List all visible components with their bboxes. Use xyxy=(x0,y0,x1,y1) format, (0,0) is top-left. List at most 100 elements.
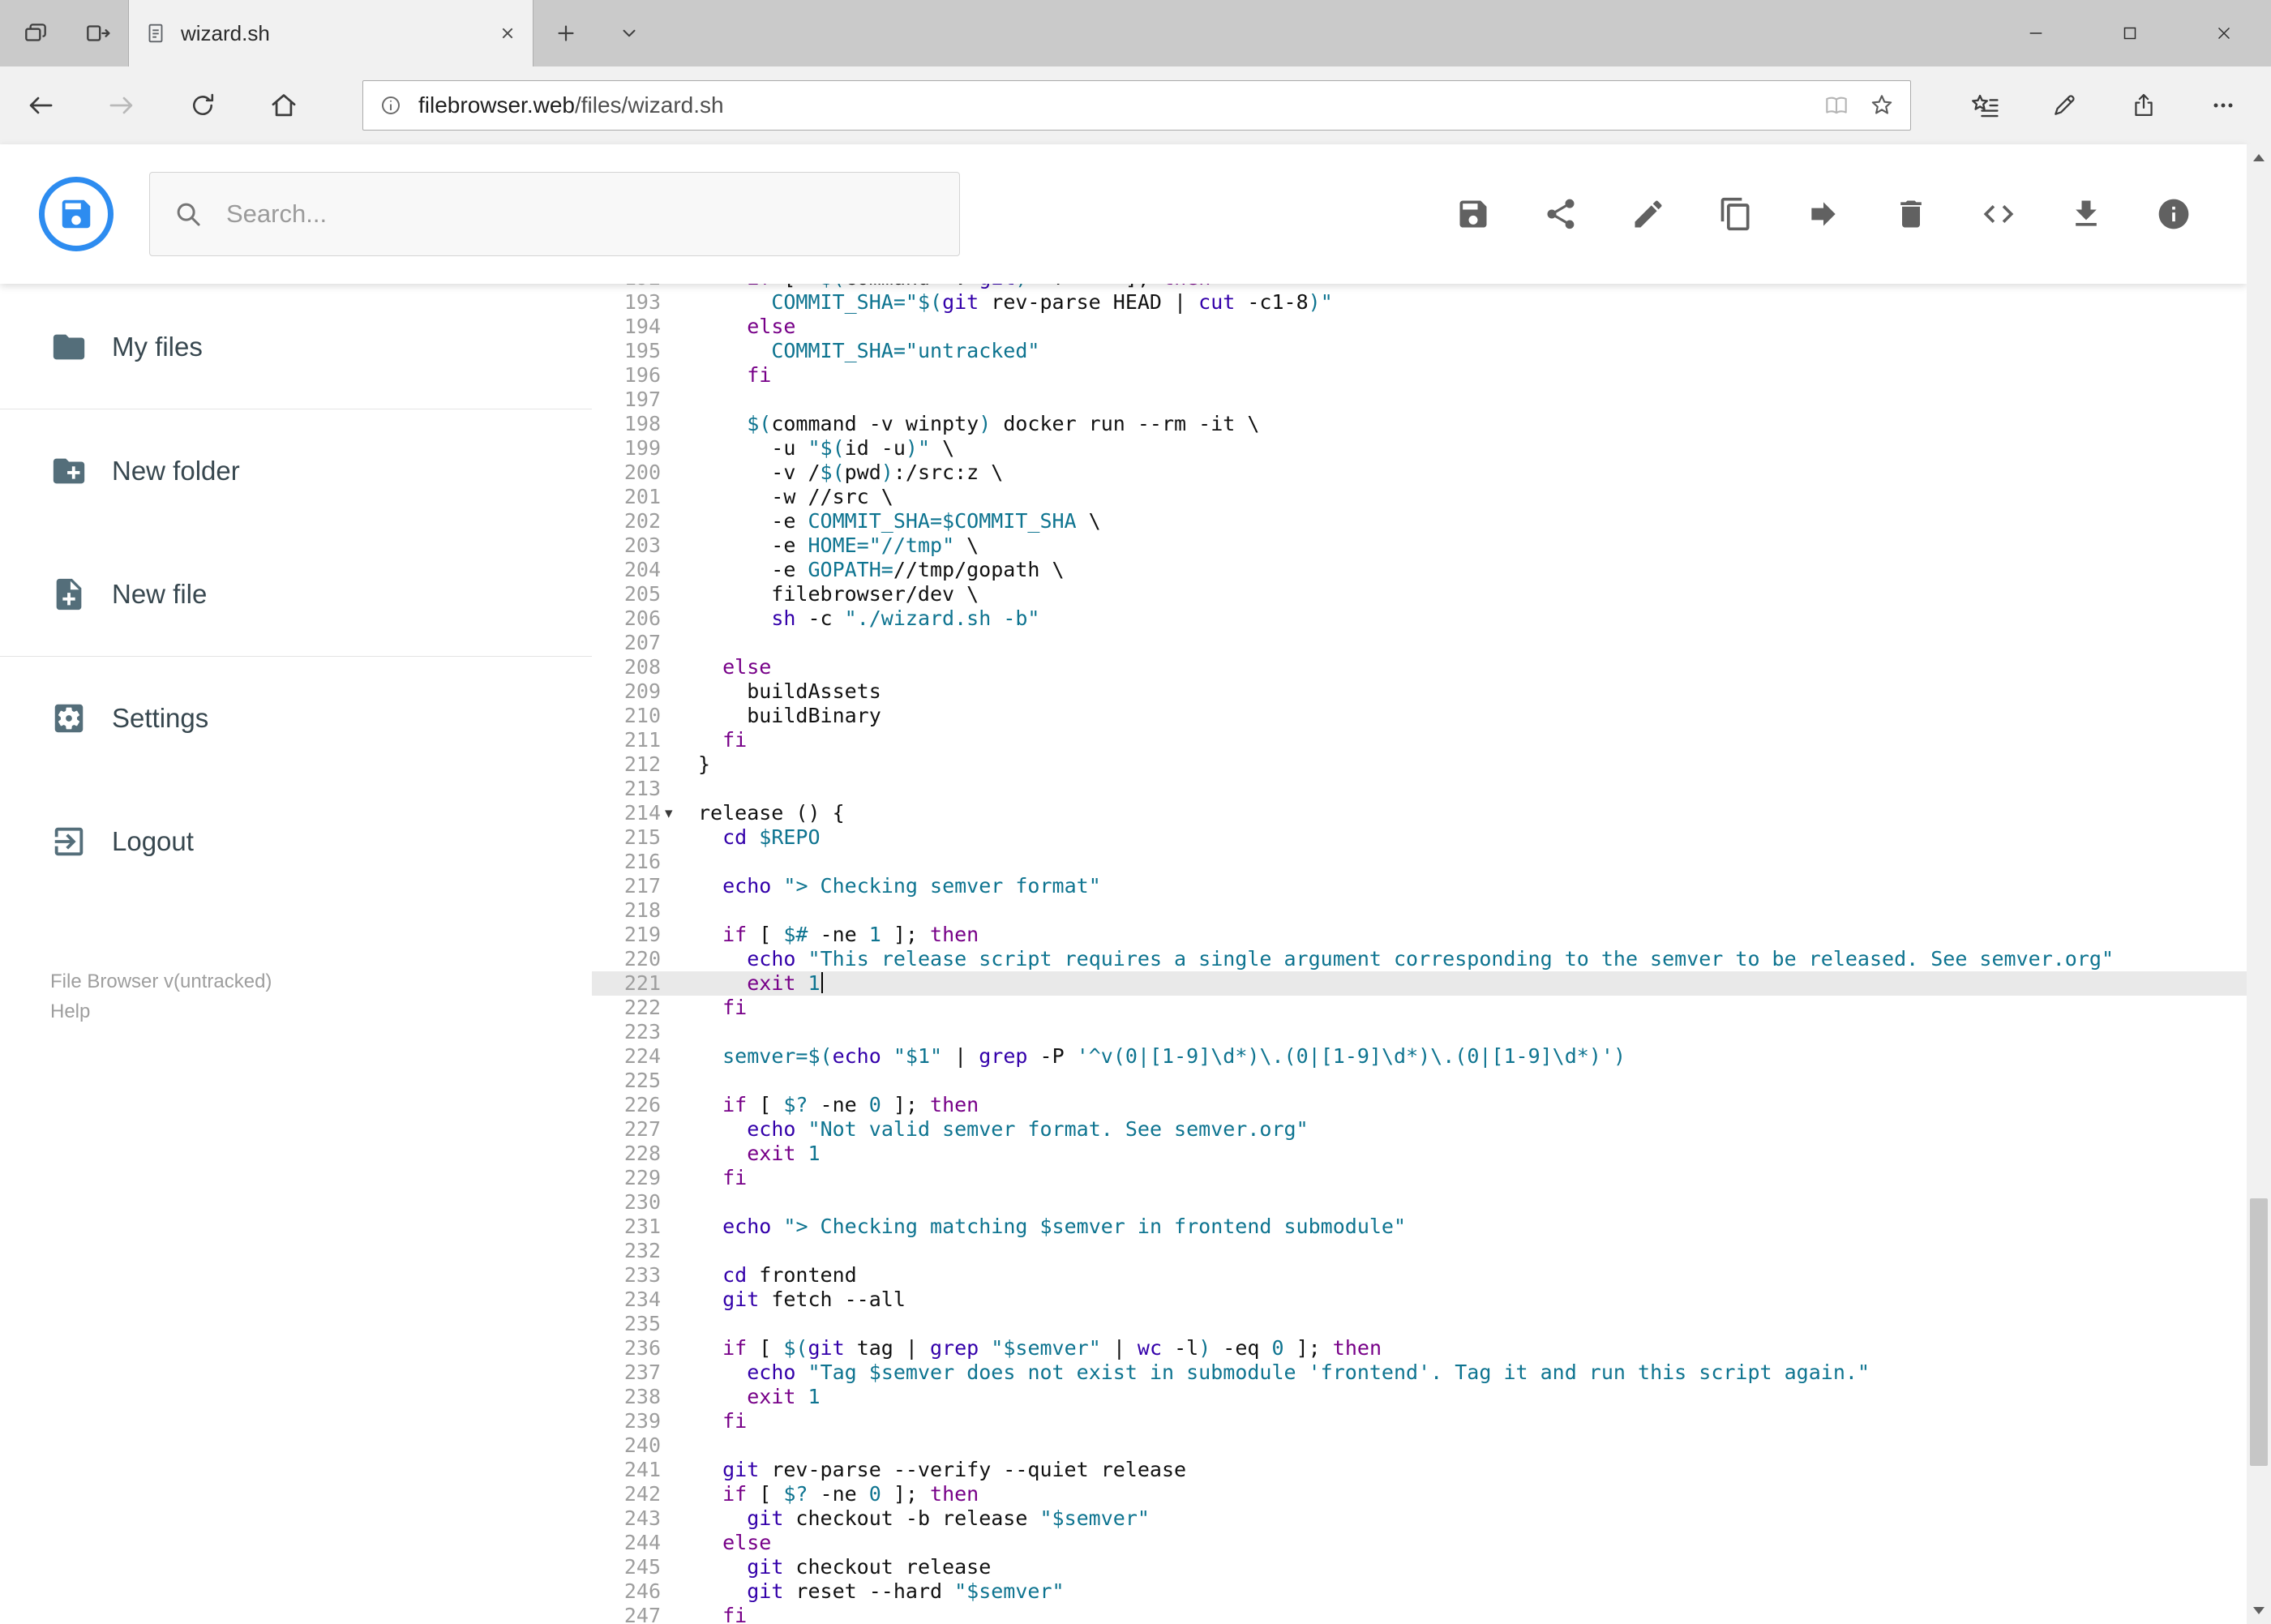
code-line-221[interactable]: 221 exit 1 xyxy=(592,971,2247,996)
share-button[interactable] xyxy=(1543,196,1579,232)
code-line-214[interactable]: 214 ▾ release () { xyxy=(592,801,2247,825)
filebrowser-logo-icon[interactable] xyxy=(39,177,114,251)
share-icon[interactable] xyxy=(2104,66,2183,144)
code-line-237[interactable]: 237 echo "Tag $semver does not exist in … xyxy=(592,1360,2247,1385)
reading-view-icon[interactable] xyxy=(1823,92,1850,119)
tab-list-chevron-icon[interactable] xyxy=(598,0,660,66)
code-line-205[interactable]: 205 filebrowser/dev \ xyxy=(592,582,2247,606)
code-line-241[interactable]: 241 git rev-parse --verify --quiet relea… xyxy=(592,1458,2247,1482)
code-line-200[interactable]: 200 -v /$(pwd):/src:z \ xyxy=(592,461,2247,485)
code-line-209[interactable]: 209 buildAssets xyxy=(592,679,2247,704)
code-line-208[interactable]: 208 else xyxy=(592,655,2247,679)
code-line-195[interactable]: 195 COMMIT_SHA="untracked" xyxy=(592,339,2247,363)
code-line-233[interactable]: 233 cd frontend xyxy=(592,1263,2247,1288)
code-line-202[interactable]: 202 -e COMMIT_SHA=$COMMIT_SHA \ xyxy=(592,509,2247,533)
code-line-206[interactable]: 206 sh -c "./wizard.sh -b" xyxy=(592,606,2247,631)
home-button[interactable] xyxy=(243,66,324,144)
code-line-239[interactable]: 239 fi xyxy=(592,1409,2247,1433)
code-line-192[interactable]: 192 if [ "$(command -v git)" != "" ]; th… xyxy=(592,284,2247,290)
code-line-197[interactable]: 197 xyxy=(592,388,2247,412)
code-line-238[interactable]: 238 exit 1 xyxy=(592,1385,2247,1409)
close-button[interactable] xyxy=(2177,0,2271,66)
code-line-232[interactable]: 232 xyxy=(592,1239,2247,1263)
code-line-247[interactable]: 247 fi xyxy=(592,1604,2247,1624)
more-options-icon[interactable] xyxy=(2183,66,2263,144)
code-line-215[interactable]: 215 cd $REPO xyxy=(592,825,2247,850)
code-line-213[interactable]: 213 xyxy=(592,777,2247,801)
search-box[interactable] xyxy=(149,172,960,256)
address-bar[interactable]: filebrowser.web/files/wizard.sh xyxy=(362,80,1911,131)
code-line-231[interactable]: 231 echo "> Checking matching $semver in… xyxy=(592,1215,2247,1239)
tab-close-icon[interactable] xyxy=(497,23,518,44)
code-line-242[interactable]: 242 if [ $? -ne 0 ]; then xyxy=(592,1482,2247,1506)
code-editor[interactable]: 192 if [ "$(command -v git)" != "" ]; th… xyxy=(592,284,2247,1624)
code-line-207[interactable]: 207 xyxy=(592,631,2247,655)
code-line-218[interactable]: 218 xyxy=(592,898,2247,923)
code-line-196[interactable]: 196 fi xyxy=(592,363,2247,388)
code-line-222[interactable]: 222 fi xyxy=(592,996,2247,1020)
code-line-223[interactable]: 223 xyxy=(592,1020,2247,1044)
tab-preview-icon[interactable] xyxy=(5,0,66,66)
save-button[interactable] xyxy=(1455,196,1491,232)
rename-button[interactable] xyxy=(1630,196,1666,232)
back-button[interactable] xyxy=(0,66,81,144)
web-note-pen-icon[interactable] xyxy=(2025,66,2104,144)
code-line-240[interactable]: 240 xyxy=(592,1433,2247,1458)
code-line-211[interactable]: 211 fi xyxy=(592,728,2247,752)
code-line-246[interactable]: 246 git reset --hard "$semver" xyxy=(592,1579,2247,1604)
copy-button[interactable] xyxy=(1718,196,1754,232)
code-line-193[interactable]: 193 COMMIT_SHA="$(git rev-parse HEAD | c… xyxy=(592,290,2247,315)
code-line-217[interactable]: 217 echo "> Checking semver format" xyxy=(592,874,2247,898)
code-line-219[interactable]: 219 if [ $# -ne 1 ]; then xyxy=(592,923,2247,947)
maximize-button[interactable] xyxy=(2083,0,2177,66)
sidebar-item-settings[interactable]: Settings xyxy=(0,657,592,780)
move-button[interactable] xyxy=(1806,196,1841,232)
code-line-220[interactable]: 220 echo "This release script requires a… xyxy=(592,947,2247,971)
code-line-199[interactable]: 199 -u "$(id -u)" \ xyxy=(592,436,2247,461)
sidebar-item-my-files[interactable]: My files xyxy=(0,285,592,409)
help-link[interactable]: Help xyxy=(50,996,592,1026)
vertical-scrollbar[interactable] xyxy=(2247,144,2271,1624)
search-input[interactable] xyxy=(225,199,936,229)
favorites-hub-icon[interactable] xyxy=(1945,66,2025,144)
code-line-210[interactable]: 210 buildBinary xyxy=(592,704,2247,728)
code-line-198[interactable]: 198 $(command -v winpty) docker run --rm… xyxy=(592,412,2247,436)
code-line-245[interactable]: 245 git checkout release xyxy=(592,1555,2247,1579)
new-tab-button[interactable] xyxy=(533,0,598,66)
fold-marker-icon[interactable]: ▾ xyxy=(665,801,673,825)
code-line-204[interactable]: 204 -e GOPATH=//tmp/gopath \ xyxy=(592,558,2247,582)
refresh-button[interactable] xyxy=(162,66,243,144)
code-line-229[interactable]: 229 fi xyxy=(592,1166,2247,1190)
browser-tab[interactable]: wizard.sh xyxy=(128,0,533,66)
code-line-234[interactable]: 234 git fetch --all xyxy=(592,1288,2247,1312)
code-line-194[interactable]: 194 else xyxy=(592,315,2247,339)
sidebar-item-logout[interactable]: Logout xyxy=(0,780,592,903)
code-line-236[interactable]: 236 if [ $(git tag | grep "$semver" | wc… xyxy=(592,1336,2247,1360)
code-line-230[interactable]: 230 xyxy=(592,1190,2247,1215)
delete-button[interactable] xyxy=(1893,196,1929,232)
sidebar-item-new-file[interactable]: New file xyxy=(0,533,592,656)
code-line-243[interactable]: 243 git checkout -b release "$semver" xyxy=(592,1506,2247,1531)
code-line-216[interactable]: 216 xyxy=(592,850,2247,874)
set-tabs-aside-icon[interactable] xyxy=(66,0,128,66)
code-line-225[interactable]: 225 xyxy=(592,1069,2247,1093)
code-line-228[interactable]: 228 exit 1 xyxy=(592,1142,2247,1166)
code-line-201[interactable]: 201 -w //src \ xyxy=(592,485,2247,509)
raw-code-button[interactable] xyxy=(1981,196,2016,232)
download-button[interactable] xyxy=(2068,196,2104,232)
scroll-up-arrow-icon[interactable] xyxy=(2253,154,2265,161)
scrollbar-thumb[interactable] xyxy=(2250,1198,2268,1466)
forward-button[interactable] xyxy=(81,66,162,144)
site-info-icon[interactable] xyxy=(378,92,404,118)
favorite-star-icon[interactable] xyxy=(1868,92,1896,119)
minimize-button[interactable] xyxy=(1989,0,2083,66)
code-line-244[interactable]: 244 else xyxy=(592,1531,2247,1555)
info-button[interactable] xyxy=(2156,196,2192,232)
code-line-227[interactable]: 227 echo "Not valid semver format. See s… xyxy=(592,1117,2247,1142)
code-line-203[interactable]: 203 -e HOME="//tmp" \ xyxy=(592,533,2247,558)
code-line-224[interactable]: 224 semver=$(echo "$1" | grep -P '^v(0|[… xyxy=(592,1044,2247,1069)
code-line-212[interactable]: 212} xyxy=(592,752,2247,777)
code-line-226[interactable]: 226 if [ $? -ne 0 ]; then xyxy=(592,1093,2247,1117)
code-line-235[interactable]: 235 xyxy=(592,1312,2247,1336)
scroll-down-arrow-icon[interactable] xyxy=(2253,1607,2265,1614)
